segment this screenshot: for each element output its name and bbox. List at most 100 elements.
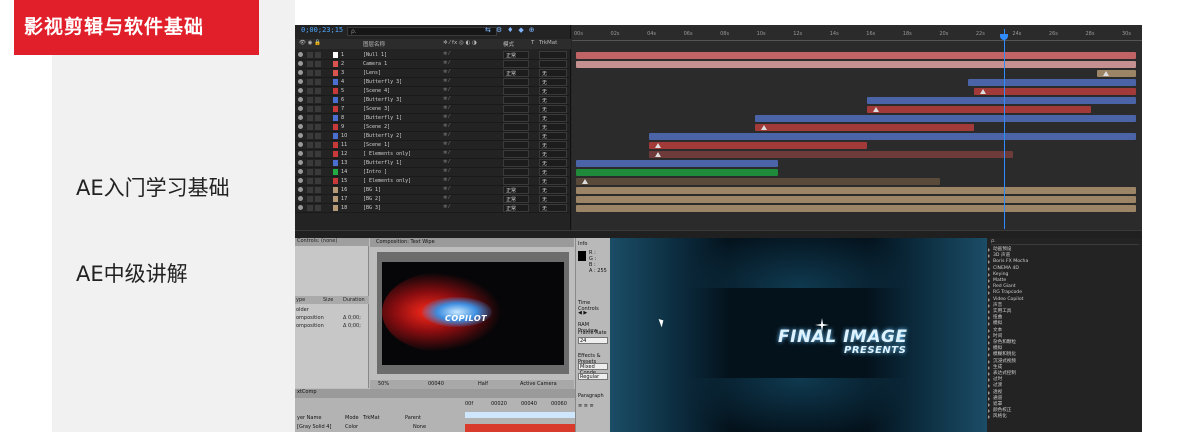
effect-category[interactable]: CINEMA 4D [987,266,1142,272]
layer-row[interactable]: 4 [Butterfly 3] ✲ ⁄ 无 [295,78,571,87]
layer-switches[interactable]: ✲ ⁄ [443,87,493,95]
effect-category[interactable]: 文本 [987,328,1142,334]
project-item[interactable]: omposition Δ 0;00; [295,314,369,322]
layer-name[interactable]: [Scene 1] [363,142,390,148]
solo-toggle[interactable] [307,88,313,94]
col-mode[interactable]: 模式 [503,40,514,48]
expand-triangle-icon[interactable] [988,347,990,352]
expand-triangle-icon[interactable] [988,334,990,339]
effect-category[interactable]: 风格化 [987,414,1142,420]
layer-name[interactable]: [BG 3] [363,205,381,211]
expand-triangle-icon[interactable] [988,415,990,420]
layer-mode-select[interactable] [503,177,529,185]
effect-category[interactable]: 表达式控制 [987,371,1142,377]
lock-toggle[interactable] [315,133,321,139]
layer-trkmat-select[interactable]: 无 [539,78,567,86]
layer-switches[interactable]: ✲ ⁄ [443,168,493,176]
lock-toggle[interactable] [315,106,321,112]
layer-bar[interactable] [576,187,1136,194]
effect-category[interactable]: 扭曲 [987,315,1142,321]
layer-mode-select[interactable] [503,159,529,167]
expand-triangle-icon[interactable] [988,378,990,383]
layer-switches[interactable]: ✲ ⁄ [443,141,493,149]
label-color[interactable] [333,169,338,175]
lock-toggle[interactable] [315,79,321,85]
expand-triangle-icon[interactable] [988,359,990,364]
keyframe-icon[interactable] [582,179,588,184]
layer-bar[interactable] [1096,70,1136,77]
visibility-icon[interactable] [298,52,303,57]
lock-toggle[interactable] [315,88,321,94]
visibility-icon[interactable] [298,160,303,165]
lock-toggle[interactable] [315,52,321,58]
layer-bar[interactable] [576,196,1136,203]
lock-toggle[interactable] [315,142,321,148]
paragraph-title[interactable]: Paragraph [578,393,604,399]
layer-row[interactable]: 8 [Butterfly 1] ✲ ⁄ 无 [295,114,571,123]
effect-category[interactable]: 时间 [987,334,1142,340]
layer-trkmat-select[interactable]: 无 [539,186,567,194]
layer-name[interactable]: [Intro ] [363,169,387,175]
layer-mode-select[interactable] [503,114,529,122]
layer-bar[interactable] [755,124,974,131]
layer-bar[interactable] [576,178,940,185]
layer-mode-select[interactable] [503,78,529,86]
layer-switches[interactable]: ✲ ⁄ [443,123,493,131]
layer-row[interactable]: 5 [Scene 4] ✲ ⁄ 无 [295,87,571,96]
layer-name[interactable]: [BG 1] [363,187,381,193]
layer-trkmat-select[interactable]: 无 [539,141,567,149]
layer-mode-select[interactable]: 正常 [503,204,529,212]
layer-row[interactable]: 2 Camera 1 ✲ ⁄ [295,60,571,69]
label-color[interactable] [333,205,338,211]
solo-toggle[interactable] [307,106,313,112]
layer-name[interactable]: [Lens] [363,70,381,76]
label-color[interactable] [333,178,338,184]
layer-switches[interactable]: ✲ ⁄ [443,60,493,68]
keyframe-icon[interactable] [654,143,661,148]
solo-toggle[interactable] [307,160,313,166]
lock-toggle[interactable] [315,97,321,103]
layer-bar[interactable] [968,79,1136,86]
project-item[interactable]: omposition Δ 0;00; [295,322,369,330]
effect-category[interactable]: 过渡 [987,383,1142,389]
quality-select[interactable]: Half [478,381,488,387]
expand-triangle-icon[interactable] [988,316,990,321]
layer-parent[interactable]: None [413,424,426,430]
layer-row[interactable]: 15 [ Elements only] ✲ ⁄ 无 [295,177,571,186]
layer-trkmat-select[interactable]: 无 [539,168,567,176]
layer-bar[interactable] [648,133,1136,140]
label-color[interactable] [333,151,338,157]
visibility-icon[interactable] [298,169,303,174]
layer-row[interactable]: 7 [Scene 3] ✲ ⁄ 无 [295,105,571,114]
expand-triangle-icon[interactable] [988,272,990,277]
visibility-icon[interactable] [298,187,303,192]
label-color[interactable] [333,160,338,166]
expand-triangle-icon[interactable] [988,328,990,333]
lock-toggle[interactable] [315,160,321,166]
layer-bar[interactable] [648,151,1013,158]
layer-row[interactable]: 14 [Intro ] ✲ ⁄ 无 [295,168,571,177]
layer-bar[interactable] [576,169,778,176]
visibility-icon[interactable] [298,205,303,210]
layer-name[interactable]: [Butterfly 3] [363,79,402,85]
layer-mode-select[interactable] [503,87,529,95]
layer-name[interactable]: [BG 2] [363,196,381,202]
label-color[interactable] [333,61,338,67]
time-ruler[interactable]: 00s 02s 04s 06s 08s 10s 12s 14s 16s 18s 20s 22s 24s 2… [572,29,1142,41]
zoom-select[interactable]: 50% [378,381,389,387]
label-color[interactable] [333,124,338,130]
solo-toggle[interactable] [307,52,313,58]
layer-name[interactable]: [Butterfly 2] [363,133,402,139]
keyframe-icon[interactable] [654,152,661,157]
expand-triangle-icon[interactable] [988,353,990,358]
layer-name[interactable]: [Butterfly 3] [363,97,402,103]
solo-toggle[interactable] [307,169,313,175]
expand-triangle-icon[interactable] [988,365,990,370]
layer-trkmat-select[interactable]: 无 [539,150,567,158]
expand-triangle-icon[interactable] [988,266,990,271]
layer-name[interactable]: [Butterfly 1] [363,115,402,121]
layer-bar[interactable] [576,61,1136,68]
layer-row[interactable]: 16 [BG 1] ✲ ⁄ 正常 无 [295,186,571,195]
layer-switches[interactable]: ✲ ⁄ [443,150,493,158]
layer-bar[interactable] [973,88,1136,95]
